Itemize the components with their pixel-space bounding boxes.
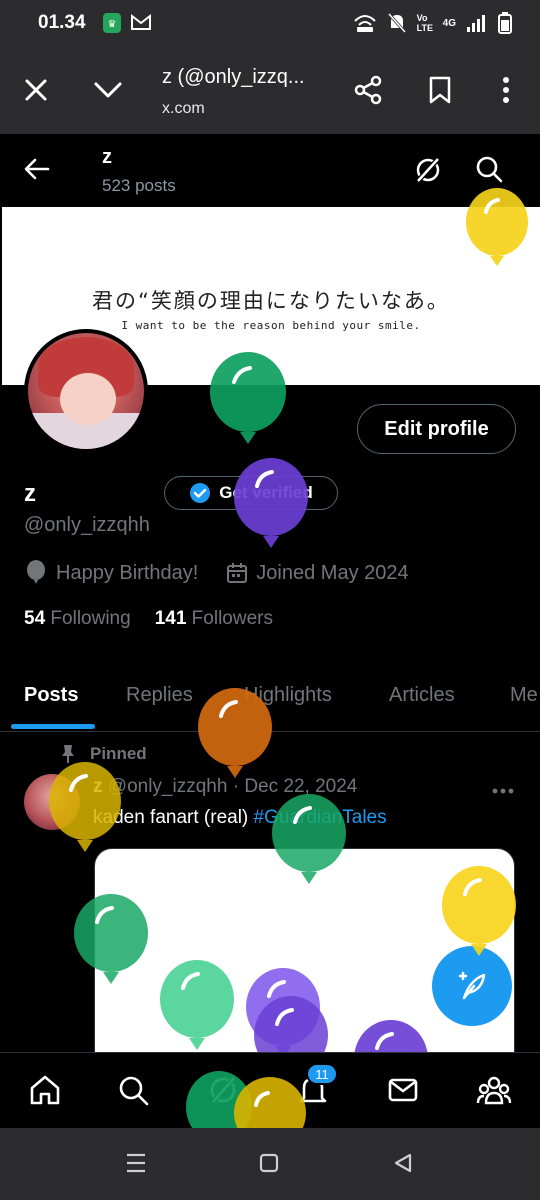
banner-text-jp: 君の“笑顔の理由になりたいなあ。: [92, 289, 450, 313]
joined-date: Joined May 2024: [256, 561, 409, 584]
balloon-green-4: [160, 960, 234, 1050]
profile-page: z 523 posts 君の“笑顔の理由になりたいなあ。 I want to b…: [0, 134, 540, 1052]
gmail-icon: [131, 13, 151, 30]
active-tab-indicator: [11, 724, 95, 729]
browser-toolbar: z (@only_izzq... x.com: [0, 48, 540, 134]
balloon-yellow-4: [234, 1077, 306, 1129]
bottom-navigation: 11: [0, 1052, 540, 1129]
profile-name: z: [24, 480, 36, 507]
messages-icon[interactable]: [386, 1073, 422, 1109]
balloon-icon: [27, 560, 45, 584]
followers-count: 141: [154, 608, 187, 629]
calendar-icon: [227, 563, 248, 583]
back-button-icon[interactable]: [392, 1152, 418, 1178]
system-navigation-bar: [0, 1128, 540, 1200]
birthday-text: Happy Birthday!: [56, 561, 199, 584]
profile-handle: @only_izzqhh: [24, 514, 150, 536]
page-title: z (@only_izzq...: [162, 66, 305, 88]
following-link[interactable]: 54 Following: [24, 608, 131, 630]
balloon-purple-1: [234, 458, 308, 548]
status-system-icons: Vo LTE 4G: [353, 12, 512, 34]
tab-media[interactable]: Me: [510, 684, 538, 707]
search-icon[interactable]: [474, 154, 508, 188]
communities-icon[interactable]: [476, 1073, 512, 1109]
balloon-purple-3: [254, 996, 328, 1052]
following-label: Following: [50, 608, 131, 629]
mute-icon: [387, 13, 406, 33]
balloon-yellow-3: [442, 866, 516, 956]
home-icon[interactable]: [28, 1073, 64, 1109]
balloon-orange-1: [198, 688, 272, 778]
signal-icon: [467, 15, 485, 32]
home-button-icon[interactable]: [258, 1152, 284, 1178]
battery-icon: [498, 12, 512, 34]
status-time: 01.34: [38, 12, 86, 33]
compose-feather-icon: [458, 971, 486, 1000]
grok-icon[interactable]: [412, 154, 446, 188]
volte-label: Vo LTE: [416, 13, 433, 33]
close-icon[interactable]: [20, 74, 52, 106]
profile-topbar: z 523 posts: [0, 134, 540, 206]
balloon-green-2: [272, 794, 346, 884]
balloon-purple-4: [354, 1020, 428, 1052]
balloon-green-3: [74, 894, 148, 984]
follow-stats: 54 Following 141 Followers: [24, 608, 273, 630]
verified-badge-icon: [190, 483, 211, 503]
balloon-yellow-2: [49, 762, 121, 852]
tab-replies[interactable]: Replies: [126, 684, 193, 707]
topbar-profile-name: z: [102, 146, 112, 168]
followers-label: Followers: [191, 608, 273, 629]
posts-count: 523 posts: [102, 176, 176, 195]
status-bar: 01.34 ♛ Vo LTE 4G: [0, 0, 540, 48]
network-label: 4G: [442, 17, 456, 29]
more-vertical-icon[interactable]: [490, 74, 522, 106]
svg-text:♛: ♛: [108, 19, 117, 30]
profile-meta: Happy Birthday! Joined May 2024: [24, 560, 409, 586]
hotspot-icon: [353, 15, 376, 32]
balloon-yellow-1: [466, 188, 528, 266]
notifications-badge: 11: [306, 1063, 338, 1085]
chevron-down-icon[interactable]: [92, 74, 124, 106]
search-nav-icon[interactable]: [116, 1073, 152, 1109]
edit-profile-button[interactable]: Edit profile: [357, 404, 516, 454]
page-url: x.com: [162, 100, 205, 117]
bookmark-icon[interactable]: [424, 74, 456, 106]
share-icon[interactable]: [352, 74, 384, 106]
followers-link[interactable]: 141 Followers: [155, 608, 273, 630]
app-notification-icon: ♛: [103, 13, 121, 33]
following-count: 54: [24, 608, 46, 629]
avatar[interactable]: [24, 329, 148, 453]
tab-posts[interactable]: Posts: [24, 684, 78, 707]
recent-apps-icon[interactable]: [124, 1152, 150, 1178]
more-horizontal-icon[interactable]: [492, 774, 514, 800]
status-app-icons: ♛: [102, 12, 152, 34]
tab-articles[interactable]: Articles: [389, 684, 455, 707]
back-arrow-icon[interactable]: [22, 154, 54, 186]
balloon-green-1: [210, 352, 286, 444]
